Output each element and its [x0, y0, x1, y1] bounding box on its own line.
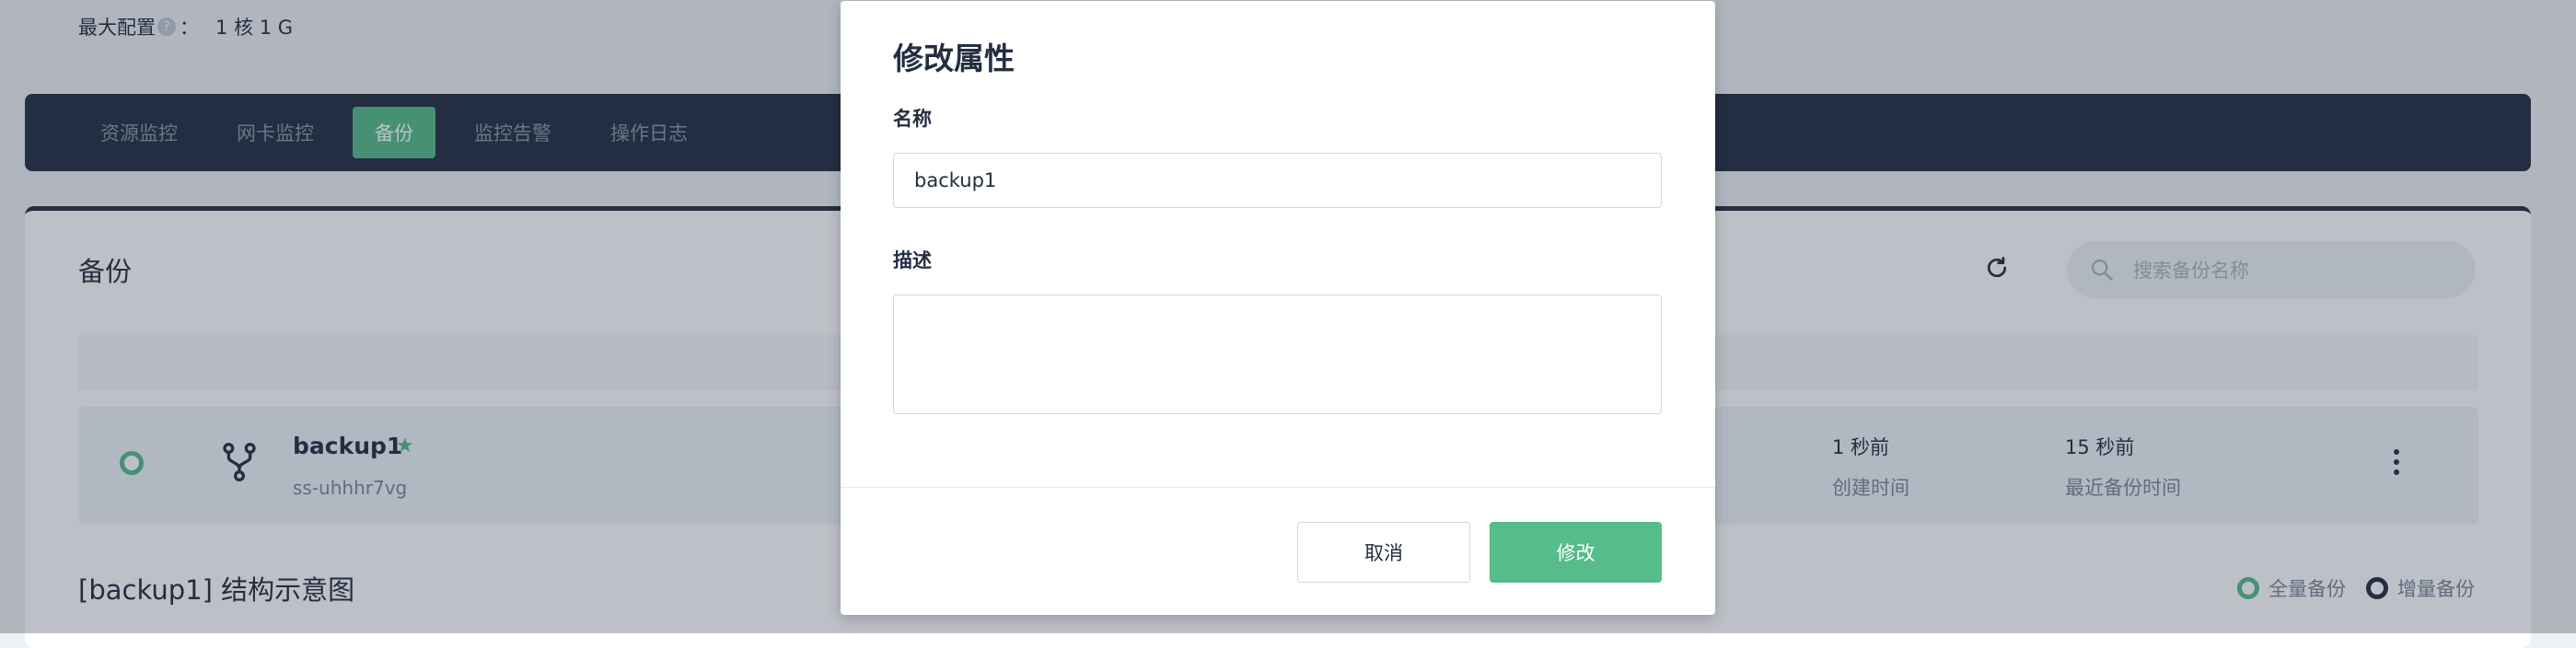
dialog-divider	[841, 487, 1715, 488]
page: 最大配置 ? ： 1 核 1 G 资源监控 网卡监控 备份 监控告警 操作日志 …	[0, 0, 2576, 648]
dialog-title: 修改属性	[893, 40, 1015, 76]
cancel-button[interactable]: 取消	[1297, 522, 1470, 583]
submit-button[interactable]: 修改	[1490, 522, 1662, 583]
name-label: 名称	[893, 108, 932, 130]
description-input[interactable]	[893, 295, 1662, 414]
description-label: 描述	[893, 249, 932, 272]
edit-properties-dialog: 修改属性 名称 描述 取消 修改	[841, 1, 1715, 615]
name-input[interactable]	[893, 153, 1662, 208]
